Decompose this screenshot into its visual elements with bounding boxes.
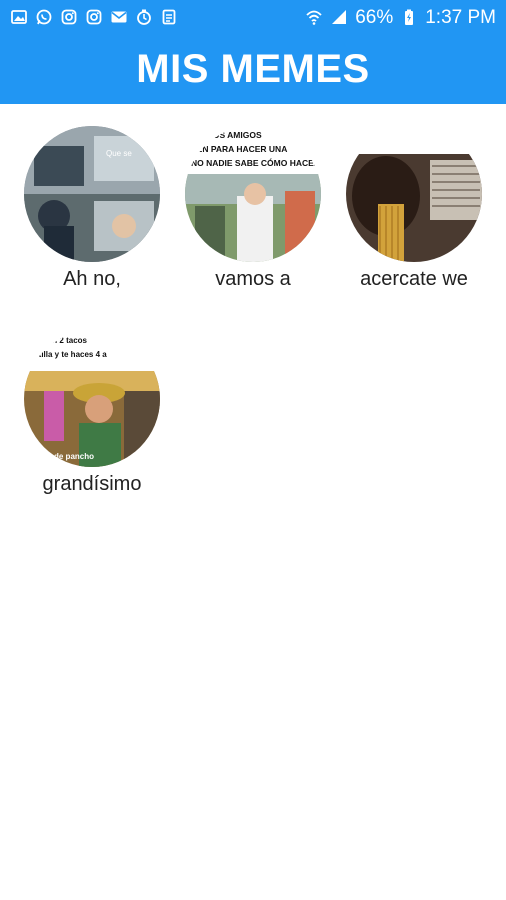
meme-thumbnail[interactable]: Te dan 2 tacos tortilla y te haces 4 a d… (24, 331, 160, 467)
meme-overlay-text: tortilla y te haces 4 a (28, 350, 107, 359)
mail-icon (110, 8, 128, 26)
app-bar: MIS MEMES (0, 34, 506, 104)
meme-caption: grandísimo (42, 473, 142, 495)
meme-overlay-text: NO NADIE SABE CÓMO HACER (191, 157, 320, 168)
meme-overlay-text: SEN PARA HACER UNA (191, 144, 287, 154)
signal-icon (330, 8, 348, 26)
meme-thumbnail[interactable]: Que se (24, 126, 160, 262)
image-icon (10, 8, 28, 26)
whatsapp-icon (35, 8, 53, 26)
wifi-icon (305, 8, 323, 26)
meme-caption: Ah no, (63, 268, 121, 290)
meme-item[interactable]: acercate we (334, 104, 494, 294)
instagram-icon (85, 8, 103, 26)
page-title: MIS MEMES (136, 46, 370, 91)
battery-icon (400, 8, 418, 26)
clock: 1:37 PM (425, 6, 496, 28)
meme-caption: vamos a (215, 268, 291, 290)
meme-item[interactable]: Que se Ah no, (12, 104, 172, 294)
system-indicators: 66% 1:37 PM (305, 8, 496, 27)
meme-overlay-text: de pancho (54, 452, 94, 461)
clipboard-icon (160, 8, 178, 26)
meme-thumbnail[interactable] (346, 126, 482, 262)
meme-thumbnail[interactable]: DO TUS AMIGOS SEN PARA HACER UNA NO NADI… (185, 126, 321, 262)
meme-item[interactable]: DO TUS AMIGOS SEN PARA HACER UNA NO NADI… (173, 104, 333, 294)
status-bar: 66% 1:37 PM (0, 0, 506, 34)
meme-item[interactable]: Te dan 2 tacos tortilla y te haces 4 a d… (12, 309, 172, 499)
instagram-icon (60, 8, 78, 26)
meme-overlay-text: DO TUS AMIGOS (193, 130, 262, 140)
notification-icons (10, 8, 178, 26)
meme-caption: acercate we (360, 268, 468, 290)
sync-icon (135, 8, 153, 26)
battery-percentage: 66% (355, 6, 394, 28)
meme-overlay-text: Que se (106, 149, 132, 158)
meme-overlay-text: Te dan 2 tacos (32, 336, 88, 345)
